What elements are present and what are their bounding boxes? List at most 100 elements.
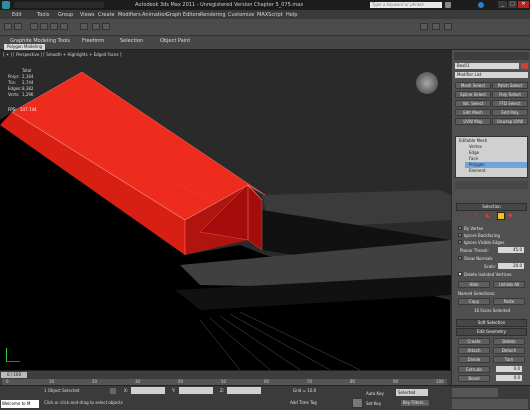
menu-graph-editors[interactable]: Graph Editors <box>166 12 200 18</box>
bevel-spinner[interactable]: 0.0 <box>496 375 522 381</box>
set-key-icon[interactable] <box>352 398 363 408</box>
bevel-button[interactable]: Bevel <box>458 375 490 382</box>
face-mode-icon[interactable]: ◣ <box>486 212 494 220</box>
render-icon[interactable] <box>444 23 452 30</box>
menu-help[interactable]: Help <box>286 12 297 18</box>
add-time-tag[interactable]: Add Time Tag <box>290 400 317 405</box>
patch-select-button[interactable]: Patch Select <box>492 82 528 89</box>
nav-controls[interactable] <box>452 399 528 409</box>
stack-vertex[interactable]: Vertex <box>469 144 482 149</box>
menu-maxscript[interactable]: MAXScript <box>257 12 283 18</box>
playback-controls[interactable] <box>452 388 498 397</box>
render-setup-icon[interactable] <box>432 23 440 30</box>
key-filters-button[interactable]: Key Filters... <box>400 399 430 407</box>
binoculars-icon[interactable] <box>445 2 451 8</box>
rotate-icon[interactable] <box>50 23 58 30</box>
show-normals-checkbox[interactable] <box>458 256 462 260</box>
poly-select-button[interactable]: Poly Select <box>492 91 528 98</box>
ignore-visible-edges-checkbox[interactable] <box>458 240 462 244</box>
menu-rendering[interactable]: Rendering <box>200 12 226 18</box>
extrude-spinner[interactable]: 0.0 <box>496 366 522 372</box>
unhide-all-button[interactable]: Unhide All <box>493 281 525 288</box>
move-icon[interactable] <box>40 23 48 30</box>
z-field[interactable] <box>227 387 261 394</box>
menu-create[interactable]: Create <box>98 12 115 18</box>
scale-icon[interactable] <box>60 23 68 30</box>
paste-button[interactable]: Paste <box>493 298 525 305</box>
vertex-mode-icon[interactable]: · <box>464 212 472 220</box>
align-icon[interactable] <box>102 23 110 30</box>
mesh-select-button[interactable]: Mesh Select <box>455 82 491 89</box>
app-icon[interactable] <box>2 1 10 9</box>
help-icon[interactable] <box>478 2 484 8</box>
copy-button[interactable]: Copy <box>458 298 490 305</box>
y-field[interactable] <box>179 387 213 394</box>
detach-button[interactable]: Detach <box>493 347 525 354</box>
tab-object-paint[interactable]: Object Paint <box>160 38 190 44</box>
subobject-icons[interactable]: · / ◣ ◆ <box>464 212 519 220</box>
select-object-icon[interactable] <box>30 23 38 30</box>
extrude-button[interactable]: Extrude <box>458 366 490 373</box>
delete-button[interactable]: Delete <box>493 338 525 345</box>
mirror-icon[interactable] <box>92 23 100 30</box>
create-button[interactable]: Create <box>458 338 490 345</box>
redo-icon[interactable] <box>14 23 22 30</box>
stack-edge[interactable]: Edge <box>469 150 479 155</box>
material-editor-icon[interactable] <box>420 23 428 30</box>
maximize-button[interactable]: □ <box>508 1 517 8</box>
time-slider[interactable]: 0 / 100 <box>1 372 27 378</box>
by-vertex-checkbox[interactable] <box>458 226 462 230</box>
maxscript-listener[interactable]: Welcome to M <box>1 400 39 408</box>
lock-icon[interactable] <box>110 388 116 394</box>
menu-modifiers[interactable]: Modifiers <box>118 12 141 18</box>
ffd-select-button[interactable]: FFD Select <box>492 100 528 107</box>
scale-spinner[interactable]: 20.0 <box>498 263 524 269</box>
perspective-viewport[interactable]: [ + ] [ Perspective ] [ Smooth + Highlig… <box>0 50 451 370</box>
edit-mesh-button[interactable]: Edit Mesh <box>455 109 491 116</box>
menu-edit[interactable]: Edit <box>12 12 22 18</box>
selection-rollout-header[interactable]: Selection <box>456 203 527 211</box>
quick-access-toolbar[interactable] <box>14 2 104 8</box>
unwrap-uvw-button[interactable]: Unwrap UVW <box>492 118 528 125</box>
stack-editable-mesh[interactable]: Editable Mesh <box>459 138 487 143</box>
menu-tools[interactable]: Tools <box>37 12 49 18</box>
close-button[interactable]: ✕ <box>518 1 529 8</box>
undo-icon[interactable] <box>4 23 12 30</box>
stack-tool-bar[interactable] <box>455 181 528 189</box>
divide-button[interactable]: Divide <box>458 356 490 363</box>
spline-select-button[interactable]: Spline Select <box>455 91 491 98</box>
soft-selection-rollout-header[interactable]: Soft Selection <box>456 319 527 327</box>
key-mode-dropdown[interactable]: Selected <box>396 389 428 396</box>
edit-geometry-rollout-header[interactable]: Edit Geometry <box>456 328 527 336</box>
element-mode-icon[interactable]: ◆ <box>508 212 516 220</box>
snap-icon[interactable] <box>80 23 88 30</box>
minimize-button[interactable]: _ <box>498 1 507 8</box>
ignore-backfacing-checkbox[interactable] <box>458 233 462 237</box>
vol-select-button[interactable]: Vol. Select <box>455 100 491 107</box>
delete-isolated-checkbox[interactable] <box>458 272 462 276</box>
x-field[interactable] <box>131 387 165 394</box>
stack-face[interactable]: Face <box>469 156 478 161</box>
polygon-mode-icon[interactable] <box>497 212 505 220</box>
timeline[interactable]: 0 / 100 0 10 20 30 40 50 60 70 80 90 100 <box>0 370 451 385</box>
planar-thresh-spinner[interactable]: 45.0 <box>498 247 524 253</box>
object-name-field[interactable]: Box01 <box>455 63 519 69</box>
menu-customize[interactable]: Customize <box>228 12 254 18</box>
command-panel-tabs[interactable] <box>454 52 529 60</box>
tab-selection[interactable]: Selection <box>120 38 143 44</box>
uvw-map-button[interactable]: UVW Map <box>455 118 491 125</box>
object-color-swatch[interactable] <box>521 63 528 69</box>
tab-freeform[interactable]: Freeform <box>82 38 104 44</box>
menu-animation[interactable]: Animation <box>142 12 168 18</box>
viewcube-icon[interactable] <box>416 72 438 94</box>
hide-button[interactable]: Hide <box>458 281 490 288</box>
attach-button[interactable]: Attach <box>458 347 490 354</box>
viewport-label[interactable]: [ + ] [ Perspective ] [ Smooth + Highlig… <box>3 52 121 57</box>
stack-element[interactable]: Element <box>469 168 486 173</box>
turn-button[interactable]: Turn <box>493 356 525 363</box>
modifier-list-dropdown[interactable]: Modifier List <box>455 72 528 78</box>
stack-polygon[interactable]: Polygon <box>469 162 485 167</box>
menu-group[interactable]: Group <box>58 12 73 18</box>
edit-poly-button[interactable]: Edit Poly <box>492 109 528 116</box>
search-input[interactable]: Type a keyword or phrase <box>370 2 442 8</box>
